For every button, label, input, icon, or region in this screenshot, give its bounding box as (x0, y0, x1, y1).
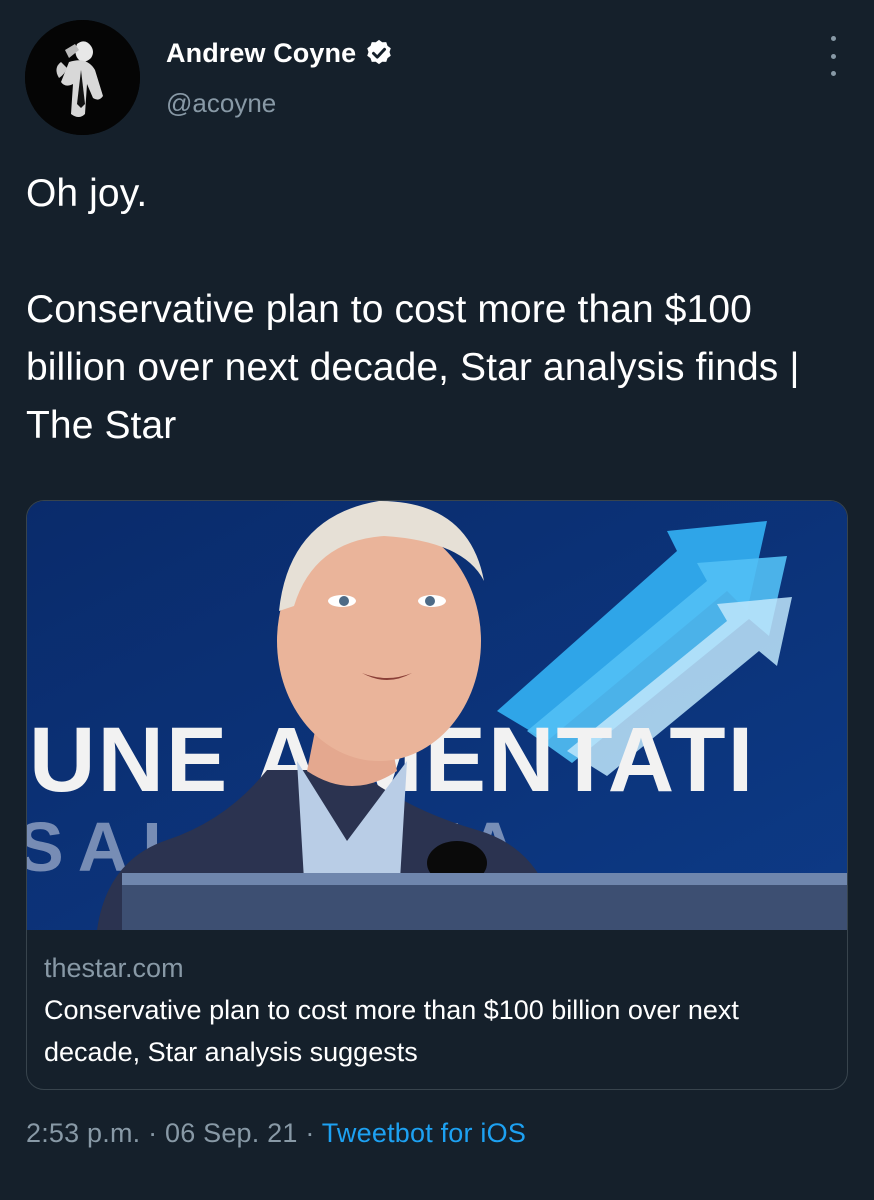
tweet: Andrew Coyne @acoyne Oh joy. Conservativ… (0, 0, 874, 1200)
tweet-footer: 2:53 p.m. · 06 Sep. 21 · Tweetbot for iO… (26, 1118, 526, 1149)
card-image[interactable]: UNE A MENTATI SAL TRAVA (27, 501, 847, 930)
author-display-name[interactable]: Andrew Coyne (166, 38, 356, 69)
verified-badge-icon (364, 38, 394, 68)
tweet-header: Andrew Coyne @acoyne (25, 20, 855, 135)
card-domain: thestar.com (44, 953, 184, 983)
tweet-text-line-1: Oh joy. (26, 172, 148, 215)
author-name-row[interactable]: Andrew Coyne (166, 34, 394, 72)
tweet-text: Oh joy. Conservative plan to cost more t… (26, 165, 846, 455)
link-card[interactable]: UNE A MENTATI SAL TRAVA (26, 500, 848, 1090)
more-options-icon[interactable] (825, 36, 841, 76)
footer-separator-1: · (148, 1118, 158, 1148)
author-handle[interactable]: @acoyne (166, 88, 276, 119)
tweet-text-line-2: Conservative plan to cost more than $100… (26, 288, 800, 447)
tweet-time[interactable]: 2:53 p.m. (26, 1118, 140, 1148)
card-title[interactable]: Conservative plan to cost more than $100… (44, 989, 834, 1073)
footer-separator-2: · (305, 1118, 315, 1148)
tweet-date[interactable]: 06 Sep. 21 (165, 1118, 298, 1148)
avatar-image (25, 20, 140, 135)
tweet-source-link[interactable]: Tweetbot for iOS (322, 1118, 526, 1148)
card-meta: thestar.com Conservative plan to cost mo… (44, 949, 834, 1073)
avatar[interactable] (25, 20, 140, 135)
